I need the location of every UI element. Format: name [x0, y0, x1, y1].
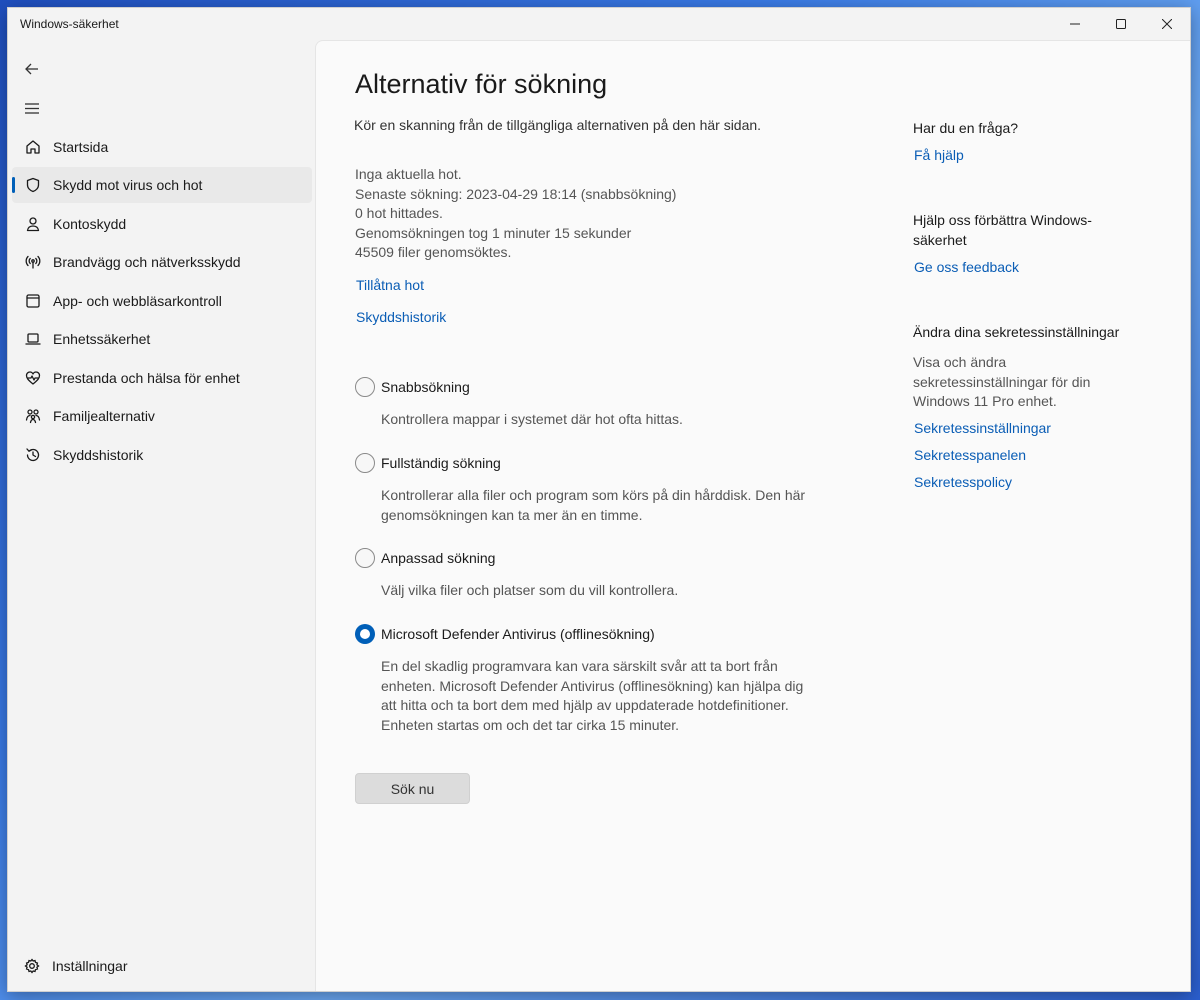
description-line: enheten. Microsoft Defender Antivirus (o…: [381, 677, 804, 694]
wireless-icon: [12, 254, 52, 270]
maximize-button[interactable]: [1098, 8, 1144, 40]
option-description: Kontrollera mappar i systemet där hot of…: [381, 410, 835, 430]
status-line: 45509 filer genomsöktes.: [355, 244, 512, 260]
sidebar-item-label: App- och webbläsarkontroll: [53, 293, 222, 309]
close-icon: [1162, 19, 1172, 29]
sidebar-item-account-protection[interactable]: Kontoskydd: [12, 206, 312, 242]
laptop-icon: [12, 331, 52, 347]
status-line: Inga aktuella hot.: [355, 166, 462, 182]
privacy-text: Visa och ändra sekretessinställningar fö…: [913, 353, 1133, 412]
quick-scan-radio[interactable]: [355, 377, 375, 397]
sidebar-item-label: Kontoskydd: [53, 216, 127, 232]
option-title: Microsoft Defender Antivirus (offlinesök…: [381, 626, 655, 642]
minimize-icon: [1070, 23, 1080, 25]
sidebar-item-firewall[interactable]: Brandvägg och nätverksskydd: [12, 244, 312, 280]
window-title: Windows-säkerhet: [20, 17, 119, 31]
hamburger-icon: [25, 102, 39, 114]
option-description: En del skadlig programvara kan vara särs…: [381, 657, 835, 735]
improve-heading: Hjälp oss förbättra Windows- säkerhet: [913, 211, 1143, 250]
sidebar: Startsida Skydd mot virus och hot Kontos…: [8, 40, 315, 991]
sidebar-item-label: Startsida: [53, 139, 109, 155]
text-line: Visa och ändra: [913, 354, 1007, 370]
heart-pulse-icon: [12, 370, 52, 386]
feedback-link[interactable]: Ge oss feedback: [914, 259, 1019, 275]
gear-icon: [12, 958, 52, 974]
sidebar-item-label: Skyddshistorik: [53, 447, 144, 463]
option-title: Anpassad sökning: [381, 550, 496, 566]
description-line: att hitta och ta bort dem med hjälp av u…: [381, 697, 789, 713]
person-icon: [12, 216, 52, 232]
close-button[interactable]: [1144, 8, 1190, 40]
title-bar: Windows-säkerhet: [8, 8, 1190, 40]
question-heading: Har du en fråga?: [913, 120, 1019, 136]
page-subtitle: Kör en skanning från de tillgängliga alt…: [354, 117, 762, 133]
app-window: Windows-säkerhet Startsida Skydd mot vir…: [7, 7, 1191, 992]
description-line: Kontrollerar alla filer och program som …: [381, 487, 806, 503]
app-window-icon: [12, 293, 52, 309]
sidebar-item-family[interactable]: Familjealternativ: [12, 398, 312, 434]
sidebar-item-label: Familjealternativ: [53, 408, 155, 424]
privacy-heading: Ändra dina sekretessinställningar: [913, 324, 1120, 340]
sidebar-item-label: Enhetssäkerhet: [53, 331, 151, 347]
privacy-settings-link[interactable]: Sekretessinställningar: [914, 420, 1051, 436]
option-title: Fullständig sökning: [381, 455, 501, 471]
allowed-threats-link[interactable]: Tillåtna hot: [356, 277, 424, 293]
home-icon: [12, 139, 52, 155]
sidebar-item-device-health[interactable]: Prestanda och hälsa för enhet: [12, 360, 312, 396]
sidebar-item-label: Brandvägg och nätverksskydd: [53, 254, 241, 270]
sidebar-item-startsida[interactable]: Startsida: [12, 129, 312, 165]
full-scan-radio[interactable]: [355, 453, 375, 473]
sidebar-item-label: Prestanda och hälsa för enhet: [53, 370, 240, 386]
shield-icon: [12, 177, 52, 193]
text-line: sekretessinställningar för din: [913, 373, 1091, 390]
sidebar-item-app-browser[interactable]: App- och webbläsarkontroll: [12, 283, 312, 319]
description-line: Välj vilka filer och platser som du vill…: [381, 582, 679, 598]
status-line: Genomsökningen tog 1 minuter 15 sekunder: [355, 224, 632, 241]
scan-option-offline: Microsoft Defender Antivirus (offlinesök…: [355, 624, 835, 735]
text-line: Windows 11 Pro enhet.: [913, 393, 1057, 409]
scan-option-quick: Snabbsökning Kontrollera mappar i system…: [355, 377, 835, 430]
main-content: Alternativ för sökning Kör en skanning f…: [315, 40, 1190, 991]
custom-scan-radio[interactable]: [355, 548, 375, 568]
back-button[interactable]: [20, 57, 44, 81]
privacy-dashboard-link[interactable]: Sekretesspanelen: [914, 447, 1026, 463]
privacy-policy-link[interactable]: Sekretesspolicy: [914, 474, 1012, 490]
description-line: Kontrollera mappar i systemet där hot of…: [381, 411, 683, 427]
offline-scan-radio[interactable]: [355, 624, 375, 644]
option-description: Välj vilka filer och platser som du vill…: [381, 581, 835, 601]
settings-label: Inställningar: [52, 958, 128, 974]
status-line: 0 hot hittades.: [355, 205, 443, 221]
page-title: Alternativ för sökning: [355, 69, 608, 99]
description-line: Enheten startas om och det tar cirka 15 …: [381, 716, 680, 733]
maximize-icon: [1116, 19, 1126, 29]
history-icon: [12, 447, 52, 463]
description-line: En del skadlig programvara kan vara särs…: [381, 658, 778, 674]
protection-history-link[interactable]: Skyddshistorik: [356, 309, 446, 325]
status-line: Senaste sökning: 2023-04-29 18:14 (snabb…: [355, 185, 677, 202]
option-title: Snabbsökning: [381, 379, 470, 395]
scan-now-button[interactable]: Sök nu: [355, 773, 470, 804]
heading-line: säkerhet: [913, 231, 967, 248]
sidebar-item-settings[interactable]: Inställningar: [12, 951, 128, 981]
family-icon: [12, 408, 52, 424]
sidebar-item-protection-history[interactable]: Skyddshistorik: [12, 437, 312, 473]
option-description: Kontrollerar alla filer och program som …: [381, 486, 835, 525]
back-arrow-icon: [25, 63, 38, 75]
minimize-button[interactable]: [1052, 8, 1098, 40]
scan-option-custom: Anpassad sökning Välj vilka filer och pl…: [355, 548, 835, 601]
sidebar-item-virus-protection[interactable]: Skydd mot virus och hot: [12, 167, 312, 203]
get-help-link[interactable]: Få hjälp: [914, 147, 964, 163]
scan-option-full: Fullständig sökning Kontrollerar alla fi…: [355, 453, 835, 525]
scan-status: Inga aktuella hot. Senaste sökning: 2023…: [355, 165, 676, 263]
heading-line: Hjälp oss förbättra Windows-: [913, 212, 1092, 228]
description-line: genomsökningen kan ta mer än en timme.: [381, 506, 643, 523]
menu-button[interactable]: [20, 96, 44, 120]
sidebar-item-label: Skydd mot virus och hot: [53, 177, 203, 193]
sidebar-item-device-security[interactable]: Enhetssäkerhet: [12, 321, 312, 357]
